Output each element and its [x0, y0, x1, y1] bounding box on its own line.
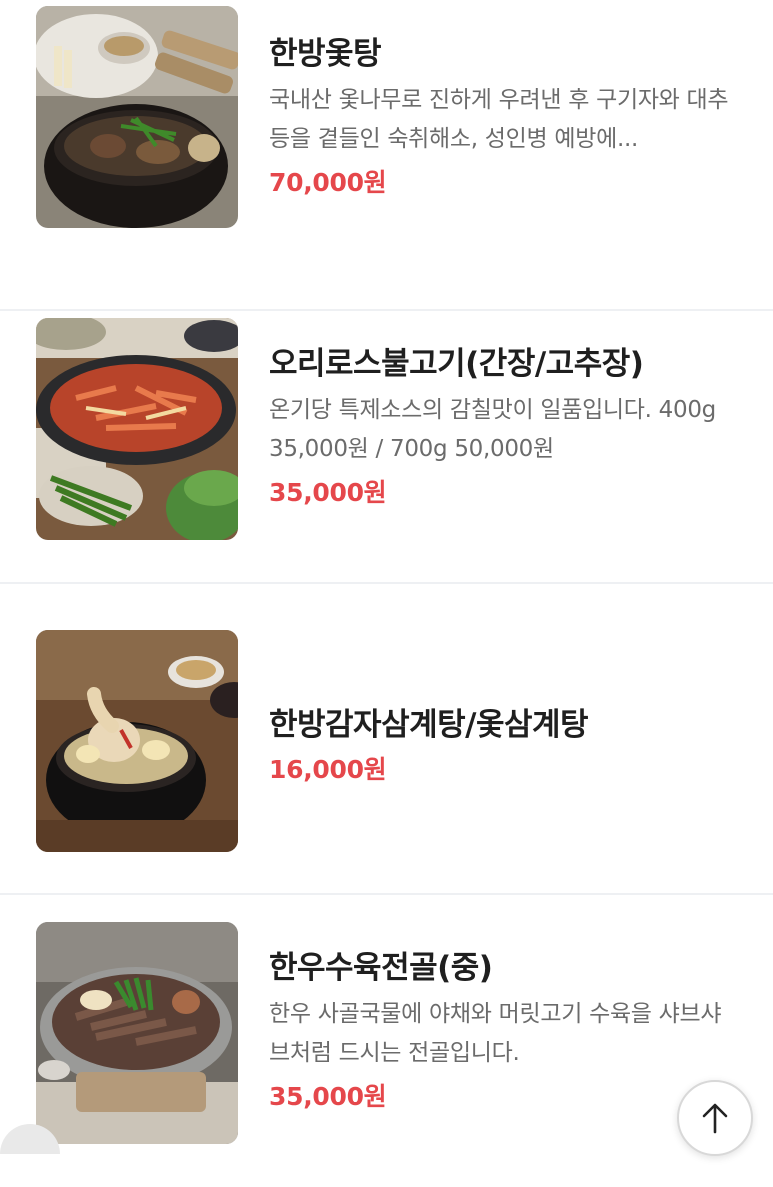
menu-item-description: 한우 사골국물에 야채와 머릿고기 수육을 샤브샤브처럼 드시는 전골입니다. — [269, 1001, 722, 1066]
menu-item[interactable]: 한방감자삼계탕/옻삼계탕 16,000원 — [0, 584, 773, 895]
menu-item-title: 오리로스불고기(간장/고추장) — [269, 346, 644, 382]
menu-item-title: 한방옻탕 — [269, 36, 382, 72]
samgyetang-photo[interactable] — [36, 630, 238, 852]
menu-item-info: 오리로스불고기(간장/고추장) 온기당 특제소스의 감칠맛이 일품입니다. 40… — [269, 334, 749, 520]
menu-item[interactable]: 한우수육전골(중) 한우 사골국물에 야채와 머릿고기 수육을 샤브샤브처럼 드… — [0, 876, 773, 1187]
menu-item-price: 16,000원 — [269, 755, 387, 784]
herbal-lacquer-soup-photo[interactable] — [36, 6, 238, 228]
duck-bulgogi-photo[interactable] — [36, 318, 238, 540]
menu-item-price: 35,000원 — [269, 478, 387, 507]
menu-item-title: 한우수육전골(중) — [269, 950, 493, 986]
menu-item-description: 국내산 옻나무로 진하게 우려낸 후 구기자와 대추 등을 곁들인 숙취해소, … — [269, 87, 729, 152]
menu-item-description: 온기당 특제소스의 감칠맛이 일품입니다. 400g 35,000원 / 700… — [269, 397, 716, 462]
menu-item-price: 70,000원 — [269, 168, 387, 197]
menu-item-title: 한방감자삼계탕/옻삼계탕 — [269, 707, 589, 743]
menu-item[interactable]: 오리로스불고기(간장/고추장) 온기당 특제소스의 감칠맛이 일품입니다. 40… — [0, 273, 773, 584]
menu-item-info: 한우수육전골(중) 한우 사골국물에 야채와 머릿고기 수육을 샤브샤브처럼 드… — [269, 938, 749, 1124]
menu-item[interactable]: 한방옻탕 국내산 옻나무로 진하게 우려낸 후 구기자와 대추 등을 곁들인 숙… — [0, 0, 773, 311]
arrow-up-icon — [702, 1103, 728, 1134]
menu-item-info: 한방옻탕 국내산 옻나무로 진하게 우려낸 후 구기자와 대추 등을 곁들인 숙… — [269, 24, 749, 210]
menu-item-info: 한방감자삼계탕/옻삼계탕 16,000원 — [269, 686, 749, 806]
hanwoo-hotpot-photo[interactable] — [36, 922, 238, 1144]
scroll-to-top-button[interactable] — [677, 1080, 753, 1156]
